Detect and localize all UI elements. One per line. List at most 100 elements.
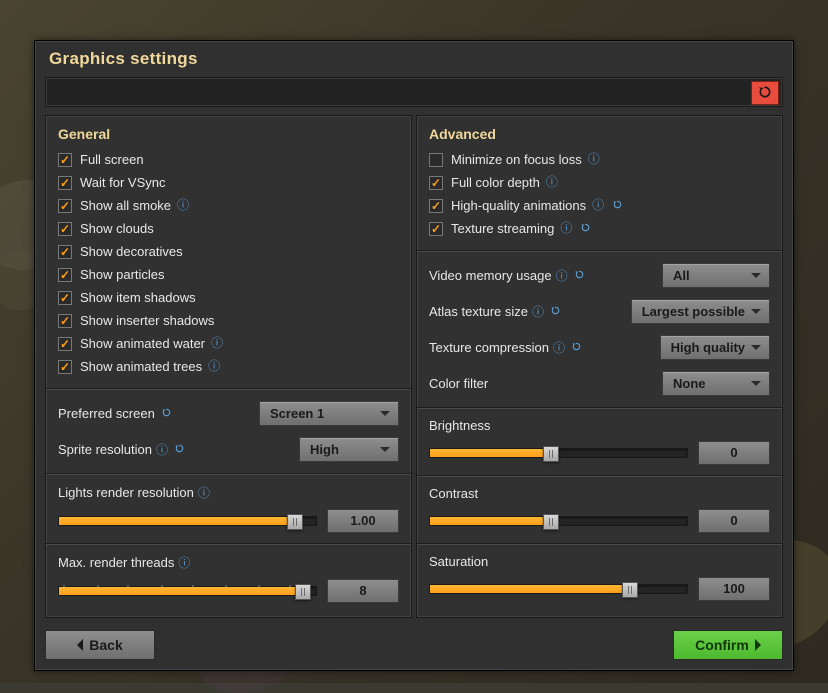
reset-icon [757, 84, 773, 103]
render-threads-slider[interactable] [58, 586, 317, 596]
preferred-screen-dropdown[interactable]: Screen 1 [259, 401, 399, 426]
advanced-check-checkbox[interactable] [429, 153, 443, 167]
advanced-check-row: Texture streaming [429, 217, 770, 240]
general-check-row: Show animated trees [58, 355, 399, 378]
info-icon[interactable] [211, 332, 223, 355]
advanced-check-label: Texture streaming [451, 217, 554, 240]
general-check-row: Show all smoke [58, 194, 399, 217]
preferred-screen-label: Preferred screen [58, 406, 172, 421]
general-check-label: Show inserter shadows [80, 309, 214, 332]
general-check-checkbox[interactable] [58, 245, 72, 259]
sprite-resolution-dropdown[interactable]: High [299, 437, 399, 462]
advanced-check-row: High-quality animations [429, 194, 770, 217]
video-memory-dropdown[interactable]: All [662, 263, 770, 288]
atlas-size-dropdown[interactable]: Largest possible [631, 299, 770, 324]
confirm-button[interactable]: Confirm [673, 630, 783, 660]
contrast-value[interactable]: 0 [698, 509, 770, 533]
color-filter-dropdown[interactable]: None [662, 371, 770, 396]
graphics-settings-window: Graphics settings General Full screenWai… [34, 40, 794, 671]
video-memory-label: Video memory usage [429, 267, 585, 284]
info-icon[interactable] [198, 484, 210, 501]
divider [46, 388, 411, 389]
general-check-label: Show particles [80, 263, 165, 286]
info-icon[interactable] [560, 217, 572, 240]
sprite-resolution-label: Sprite resolution [58, 441, 185, 458]
divider [417, 250, 782, 251]
info-icon[interactable] [177, 194, 189, 217]
saturation-value[interactable]: 100 [698, 577, 770, 601]
saturation-label: Saturation [429, 554, 488, 569]
contrast-slider[interactable] [429, 516, 688, 526]
divider [46, 543, 411, 544]
general-check-label: Full screen [80, 148, 144, 171]
chevron-right-icon [755, 639, 767, 651]
general-check-checkbox[interactable] [58, 360, 72, 374]
general-check-label: Show animated trees [80, 355, 202, 378]
general-check-checkbox[interactable] [58, 268, 72, 282]
general-check-checkbox[interactable] [58, 153, 72, 167]
info-icon[interactable] [546, 171, 558, 194]
general-check-checkbox[interactable] [58, 314, 72, 328]
render-threads-value[interactable]: 8 [327, 579, 399, 603]
saturation-slider[interactable] [429, 584, 688, 594]
reset-button[interactable] [751, 81, 779, 105]
general-check-label: Show animated water [80, 332, 205, 355]
general-check-checkbox[interactable] [58, 337, 72, 351]
advanced-check-checkbox[interactable] [429, 222, 443, 236]
lights-resolution-label: Lights render resolution [58, 485, 194, 500]
info-icon[interactable] [556, 267, 568, 284]
general-heading: General [58, 126, 399, 142]
divider [417, 543, 782, 544]
general-check-label: Show clouds [80, 217, 154, 240]
lights-resolution-slider[interactable] [58, 516, 317, 526]
refresh-icon[interactable] [574, 268, 585, 282]
info-icon[interactable] [156, 441, 168, 458]
refresh-icon[interactable] [174, 442, 185, 456]
advanced-panel: Advanced Minimize on focus lossFull colo… [416, 115, 783, 618]
general-panel: General Full screenWait for VSyncShow al… [45, 115, 412, 618]
brightness-label: Brightness [429, 418, 490, 433]
general-check-row: Show item shadows [58, 286, 399, 309]
general-check-label: Show item shadows [80, 286, 196, 309]
advanced-heading: Advanced [429, 126, 770, 142]
info-icon[interactable] [592, 194, 604, 217]
advanced-check-label: Minimize on focus loss [451, 148, 582, 171]
general-check-row: Show decoratives [58, 240, 399, 263]
info-icon[interactable] [553, 339, 565, 356]
advanced-check-checkbox[interactable] [429, 176, 443, 190]
divider [46, 473, 411, 474]
general-check-row: Full screen [58, 148, 399, 171]
general-check-label: Show all smoke [80, 194, 171, 217]
color-filter-label: Color filter [429, 376, 488, 391]
atlas-size-label: Atlas texture size [429, 303, 561, 320]
refresh-icon[interactable] [571, 340, 582, 354]
general-check-checkbox[interactable] [58, 291, 72, 305]
contrast-label: Contrast [429, 486, 478, 501]
advanced-check-row: Full color depth [429, 171, 770, 194]
general-check-checkbox[interactable] [58, 199, 72, 213]
texture-compression-label: Texture compression [429, 339, 582, 356]
general-check-checkbox[interactable] [58, 222, 72, 236]
advanced-check-label: Full color depth [451, 171, 540, 194]
back-button[interactable]: Back [45, 630, 155, 660]
refresh-icon[interactable] [612, 194, 623, 217]
advanced-check-checkbox[interactable] [429, 199, 443, 213]
chevron-left-icon [71, 639, 83, 651]
refresh-icon[interactable] [550, 304, 561, 318]
brightness-value[interactable]: 0 [698, 441, 770, 465]
general-check-row: Wait for VSync [58, 171, 399, 194]
info-icon[interactable] [588, 148, 600, 171]
advanced-check-label: High-quality animations [451, 194, 586, 217]
info-icon[interactable] [178, 554, 190, 571]
general-check-checkbox[interactable] [58, 176, 72, 190]
brightness-slider[interactable] [429, 448, 688, 458]
texture-compression-dropdown[interactable]: High quality [660, 335, 770, 360]
refresh-icon[interactable] [161, 406, 172, 420]
window-title: Graphics settings [35, 41, 793, 77]
info-icon[interactable] [208, 355, 220, 378]
advanced-check-row: Minimize on focus loss [429, 148, 770, 171]
refresh-icon[interactable] [580, 217, 591, 240]
lights-resolution-value[interactable]: 1.00 [327, 509, 399, 533]
info-icon[interactable] [532, 303, 544, 320]
general-check-label: Show decoratives [80, 240, 183, 263]
